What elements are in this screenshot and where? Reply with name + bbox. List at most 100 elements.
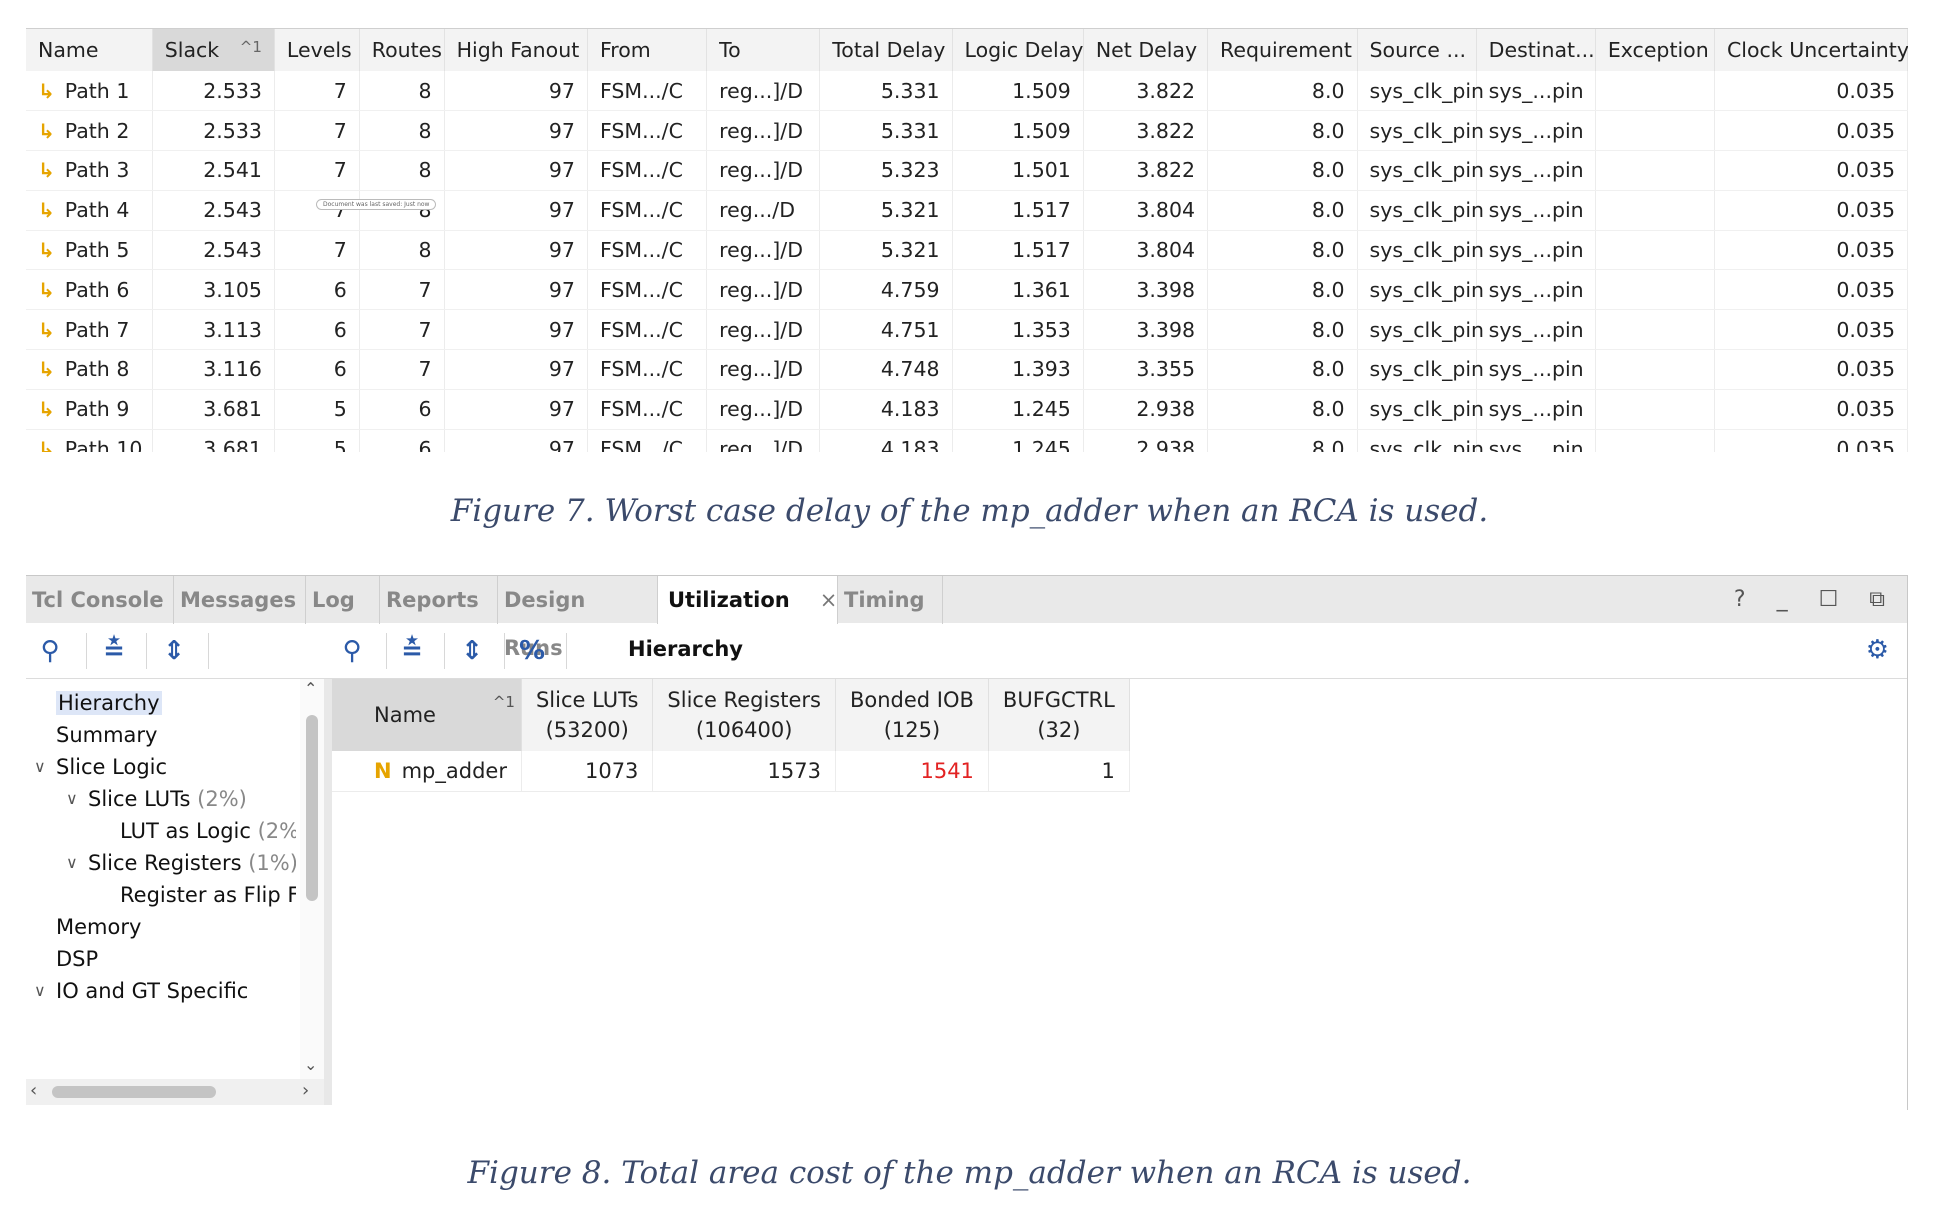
table-row[interactable]: ↳ Path 1 2.533 7 8 97 FSM.../C reg...]/D 5.331 1.… — [26, 71, 1908, 112]
percent-button[interactable]: % — [516, 635, 548, 667]
column-header-high-fanout[interactable]: High Fanout — [444, 29, 588, 71]
tree-item-dsp[interactable]: DSP — [56, 943, 98, 975]
tree-item-io-and-gt-specific[interactable]: ∨ IO and GT Specific — [34, 975, 248, 1007]
path-icon: ↳ — [38, 436, 55, 452]
table-cell: 97 — [444, 429, 588, 452]
table-cell: 8 — [359, 230, 445, 271]
expand-all-icon[interactable]: ⇕ — [158, 635, 190, 667]
column-header-routes[interactable]: Routes — [359, 29, 445, 71]
table-cell: reg...]/D — [706, 71, 821, 112]
column-header-bufgctrl[interactable]: BUFGCTRL (32) — [988, 679, 1130, 751]
column-header-bonded-iob[interactable]: Bonded IOB (125) — [835, 679, 989, 751]
chevron-down-icon[interactable]: ∨ — [66, 783, 78, 815]
table-cell: 1.509 — [952, 110, 1084, 152]
collapse-all-icon[interactable]: ≛ — [98, 635, 130, 667]
column-header-total-delay[interactable]: Total Delay — [819, 29, 953, 71]
chevron-down-icon[interactable]: ⌄ — [304, 1055, 317, 1074]
tab-log[interactable]: Log — [306, 576, 380, 624]
column-header-clock-uncertainty[interactable]: Clock Uncertainty — [1714, 29, 1908, 71]
tree-item-memory[interactable]: Memory — [56, 911, 141, 943]
tree-item-lut-as-logic[interactable]: LUT as Logic (2% — [120, 815, 296, 847]
table-cell: sys_clk_pin — [1357, 110, 1484, 152]
table-cell — [1595, 429, 1715, 452]
tab-design-runs[interactable]: Design Runs — [498, 576, 658, 660]
vertical-scrollbar[interactable]: ⌃ ⌄ — [300, 679, 324, 1079]
table-cell — [1595, 269, 1715, 311]
gear-icon[interactable]: ⚙ — [1866, 635, 1889, 665]
column-header-logic-delay[interactable]: Logic Delay — [952, 29, 1084, 71]
column-header-net-delay[interactable]: Net Delay — [1083, 29, 1209, 71]
column-header-levels[interactable]: Levels — [274, 29, 360, 71]
table-cell: 7 — [274, 71, 360, 112]
column-header-destinat[interactable]: Destinat... — [1476, 29, 1596, 71]
table-cell: 3.398 — [1083, 309, 1209, 351]
table-row[interactable]: ↳ Path 2 2.533 7 8 97 FSM.../C reg...]/D 5.331 1.… — [26, 110, 1908, 152]
table-cell: ↳ Path 4 — [26, 190, 153, 231]
table-cell: 7 — [359, 309, 445, 351]
column-header-exception[interactable]: Exception — [1595, 29, 1715, 71]
table-cell: sys_...pin — [1476, 269, 1596, 311]
table-row[interactable]: Nmp_adder 1073 1573 1541 1 — [332, 751, 1130, 792]
column-header-name[interactable]: Name ^1 — [332, 679, 522, 751]
table-row[interactable]: ↳ Path 3 2.541 7 8 97 FSM.../C reg...]/D 5.323 1.… — [26, 150, 1908, 191]
tree-item-register-as-flip-f[interactable]: Register as Flip F — [120, 879, 296, 911]
table-cell: 6 — [359, 429, 445, 452]
table-row[interactable]: ↳ Path 5 2.543 7 8 97 FSM.../C reg...]/D 5.321 1.… — [26, 230, 1908, 271]
tree-item-hierarchy[interactable]: Hierarchy — [56, 687, 162, 719]
chevron-right-icon[interactable]: › — [302, 1080, 309, 1101]
table-cell: sys_clk_pin — [1357, 71, 1484, 112]
tab-reports[interactable]: Reports — [380, 576, 498, 624]
table-cell: 2.938 — [1083, 429, 1209, 452]
chevron-left-icon[interactable]: ‹ — [30, 1080, 37, 1101]
table-cell: 97 — [444, 309, 588, 351]
table-cell: ↳ Path 2 — [26, 110, 153, 152]
search-icon[interactable]: ⚲ — [34, 635, 66, 667]
table-cell: sys_...pin — [1476, 150, 1596, 191]
search-icon[interactable]: ⚲ — [336, 635, 368, 667]
chevron-down-icon[interactable]: ∨ — [34, 975, 46, 1007]
tab-tcl-console[interactable]: Tcl Console — [26, 576, 174, 624]
table-cell: reg...]/D — [706, 309, 821, 351]
path-icon: ↳ — [38, 118, 55, 143]
tab-messages[interactable]: Messages — [174, 576, 306, 624]
table-cell: ↳ Path 6 — [26, 269, 153, 311]
table-cell: 6 — [274, 269, 360, 311]
column-header-to[interactable]: To — [706, 29, 821, 71]
table-row[interactable]: ↳ Path 8 3.116 6 7 97 FSM.../C reg...]/D 4.748 1.… — [26, 349, 1908, 390]
table-cell: 0.035 — [1714, 269, 1908, 311]
horizontal-scrollbar[interactable]: ‹ › — [26, 1079, 324, 1105]
tree-item-slice-logic[interactable]: ∨ Slice Logic — [34, 751, 167, 783]
expand-all-icon[interactable]: ⇕ — [456, 635, 488, 667]
tab-timing[interactable]: Timing — [838, 576, 943, 624]
column-header-requirement[interactable]: Requirement — [1207, 29, 1358, 71]
column-header-from[interactable]: From — [587, 29, 708, 71]
column-header-slice-luts[interactable]: Slice LUTs (53200) — [521, 679, 654, 751]
close-icon[interactable]: × — [820, 588, 838, 612]
chevron-up-icon[interactable]: ⌃ — [304, 679, 317, 698]
tree-item-slice-registers[interactable]: ∨ Slice Registers (1%) — [66, 847, 296, 879]
table-row[interactable]: ↳ Path 7 3.113 6 7 97 FSM.../C reg...]/D 4.751 1.… — [26, 309, 1908, 351]
window-controls[interactable]: ? _ ☐ ⧉ — [1734, 576, 1897, 624]
table-row[interactable]: ↳ Path 10 3.681 5 6 97 FSM.../C reg...]/D 4.183 1… — [26, 429, 1908, 452]
column-header-slice-registers[interactable]: Slice Registers (106400) — [652, 679, 836, 751]
tab-utilization[interactable]: Utilization × — [658, 576, 838, 624]
chevron-down-icon[interactable]: ∨ — [34, 751, 46, 783]
chevron-down-icon[interactable]: ∨ — [66, 847, 78, 879]
column-header-name[interactable]: Name — [26, 29, 153, 71]
column-header-slack[interactable]: Slack ^1 — [152, 29, 275, 71]
table-row[interactable]: ↳ Path 9 3.681 5 6 97 FSM.../C reg...]/D 4.183 1.… — [26, 389, 1908, 430]
scroll-thumb[interactable] — [306, 715, 318, 901]
table-cell: 2.533 — [152, 71, 275, 112]
collapse-all-icon[interactable]: ≛ — [396, 635, 428, 667]
table-cell — [1595, 230, 1715, 271]
scroll-thumb[interactable] — [52, 1086, 216, 1098]
tree-item-slice-luts[interactable]: ∨ Slice LUTs (2%) — [66, 783, 247, 815]
tree-item-summary[interactable]: Summary — [56, 719, 157, 751]
path-icon: ↳ — [38, 397, 55, 422]
column-header-source[interactable]: Source ... — [1357, 29, 1477, 71]
table-row[interactable]: ↳ Path 4 2.543 7 8 97 FSM.../C reg.../D 5.321 1.5… — [26, 190, 1908, 231]
pane-divider[interactable] — [324, 679, 332, 1105]
table-cell: 3.804 — [1083, 230, 1209, 271]
table-row[interactable]: ↳ Path 6 3.105 6 7 97 FSM.../C reg...]/D 4.759 1.… — [26, 269, 1908, 311]
table-cell: FSM.../C — [587, 230, 708, 271]
